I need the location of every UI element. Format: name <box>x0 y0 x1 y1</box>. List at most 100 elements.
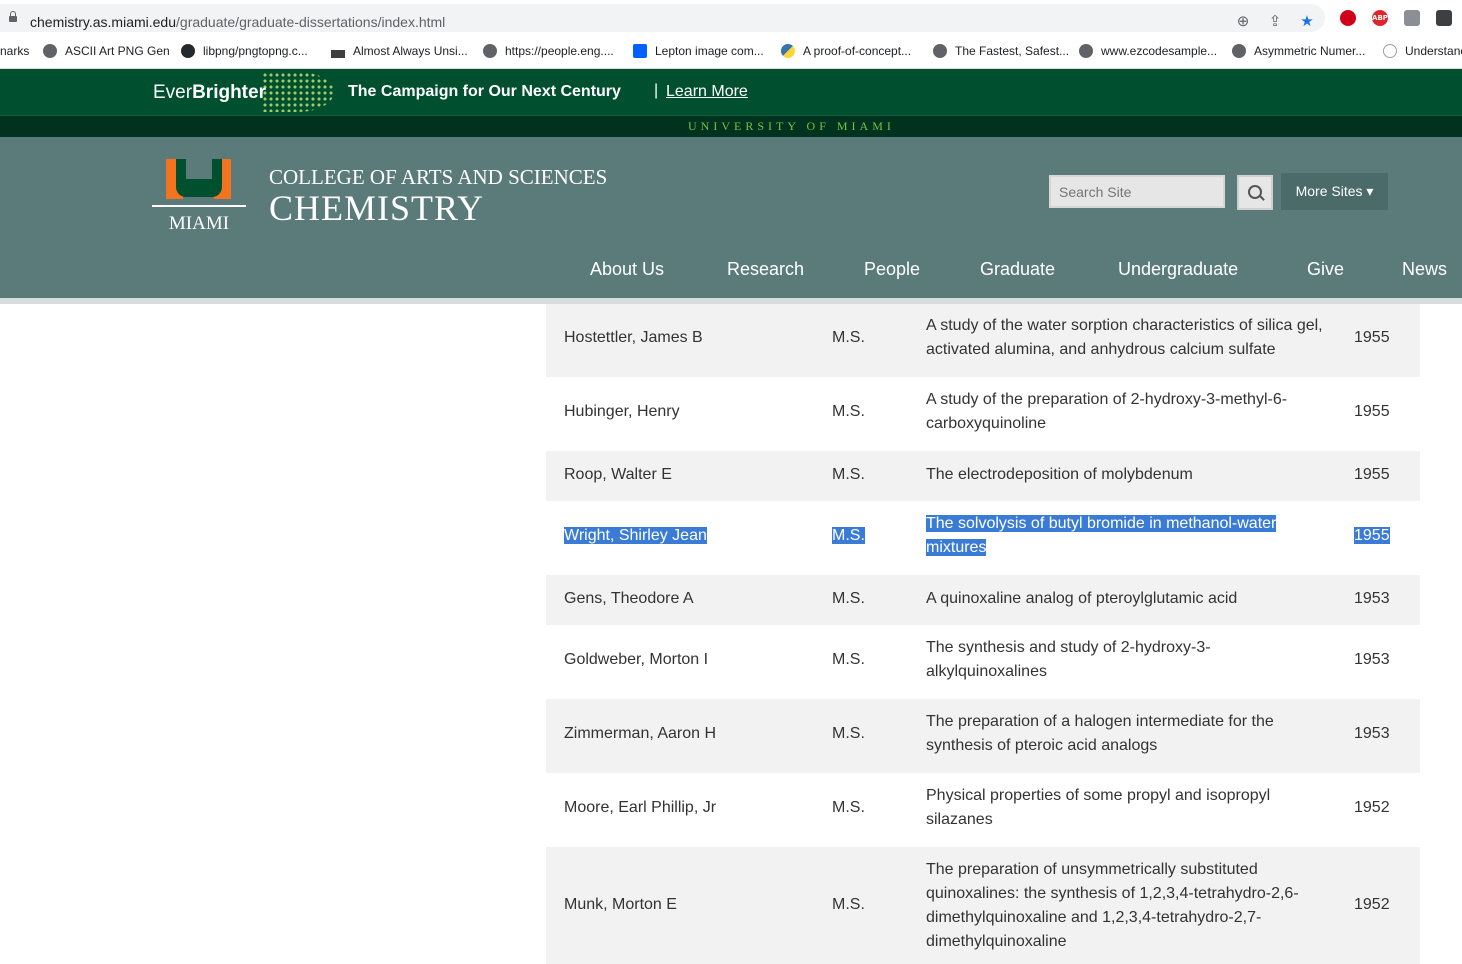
bookmark-item[interactable]: ASCII Art PNG Gen <box>43 42 170 60</box>
globe-icon <box>1232 44 1246 58</box>
author-cell: Roop, Walter E <box>564 466 672 483</box>
author-cell: Moore, Earl Phillip, Jr <box>564 799 717 816</box>
bookmark-label: ASCII Art PNG Gen <box>65 44 170 58</box>
campaign-banner: EverBrighter The Campaign for Our Next C… <box>0 69 1462 115</box>
bookmark-item[interactable]: A proof-of-concept... <box>781 42 911 60</box>
share-icon[interactable]: ⇪ <box>1266 13 1284 31</box>
author-cell: Gens, Theodore A <box>564 590 694 607</box>
dots-graphic <box>262 72 334 112</box>
search-input[interactable] <box>1049 175 1225 208</box>
campaign-separator: | <box>654 82 659 99</box>
miami-u-logo[interactable]: MIAMI <box>152 159 246 235</box>
bookmark-label: A proof-of-concept... <box>803 44 912 58</box>
abp-icon[interactable]: ABP <box>1372 10 1388 26</box>
university-strip: UNIVERSITY OF MIAMI <box>0 115 1462 137</box>
title-cell: A quinoxaline analog of pteroylglutamic … <box>926 590 1238 607</box>
year-cell: 1955 <box>1354 329 1390 346</box>
bookmark-label: Lepton image com... <box>655 44 764 58</box>
extension-icon[interactable] <box>1404 10 1420 26</box>
nav-graduate[interactable]: Graduate <box>980 259 1055 280</box>
omnibox[interactable]: chemistry.as.miami.edu/graduate/graduate… <box>0 4 1325 32</box>
degree-cell: M.S. <box>832 527 865 544</box>
title-cell: A study of the preparation of 2-hydroxy-… <box>926 391 1288 432</box>
bookmark-item[interactable]: narks <box>0 42 29 60</box>
u-logo-rule <box>152 205 246 207</box>
degree-cell: M.S. <box>832 725 865 742</box>
bookmark-item[interactable]: www.ezcodesample... <box>1079 42 1217 60</box>
bookmark-label: Almost Always Unsi... <box>353 44 468 58</box>
more-sites-button[interactable]: More Sites ▾ <box>1281 173 1388 210</box>
everbrighter-logo[interactable]: EverBrighter <box>153 82 266 104</box>
campaign-text: The Campaign for Our Next Century <box>348 83 621 100</box>
nav-undergraduate[interactable]: Undergraduate <box>1118 259 1238 280</box>
bookmark-label: https://people.eng.... <box>505 44 614 58</box>
bookmark-label: narks <box>0 44 30 58</box>
degree-cell: M.S. <box>832 403 865 420</box>
ublock-icon[interactable] <box>1340 10 1356 26</box>
author-cell: Wright, Shirley Jean <box>564 527 707 544</box>
bookmark-label: Understanc <box>1405 44 1462 58</box>
learn-more-link[interactable]: Learn More <box>666 83 748 101</box>
dissertations-table: Hostettler, James B M.S. A study of the … <box>546 304 1420 964</box>
lock-icon[interactable] <box>9 11 17 22</box>
bookmark-item[interactable]: Asymmetric Numer... <box>1232 42 1365 60</box>
degree-cell: M.S. <box>832 651 865 668</box>
zoom-icon[interactable]: ⊕ <box>1234 13 1252 31</box>
globe-icon <box>43 44 57 58</box>
url-path: /graduate/graduate-dissertations/index.h… <box>176 14 446 30</box>
u-logo-base <box>176 179 222 197</box>
search-button[interactable] <box>1237 175 1273 210</box>
year-cell: 1953 <box>1354 725 1390 742</box>
table-row: Goldweber, Morton I M.S. The synthesis a… <box>546 625 1420 699</box>
degree-cell: M.S. <box>832 896 865 913</box>
dropbox-icon <box>633 44 647 58</box>
star-icon[interactable]: ★ <box>1298 13 1316 31</box>
nav-people[interactable]: People <box>864 259 920 280</box>
bookmark-item[interactable]: https://people.eng.... <box>483 42 614 60</box>
nav-news[interactable]: News <box>1402 259 1447 280</box>
url-host: chemistry.as.miami.edu <box>30 14 177 30</box>
department-name[interactable]: CHEMISTRY <box>269 187 484 229</box>
search-icon-handle <box>1259 195 1265 201</box>
year-cell: 1953 <box>1354 651 1390 668</box>
author-cell: Hubinger, Henry <box>564 403 680 420</box>
logo-brighter: Brighter <box>192 82 266 103</box>
bookmark-item[interactable]: The Fastest, Safest... <box>933 42 1069 60</box>
table-row: Roop, Walter E M.S. The electrodepositio… <box>546 451 1420 501</box>
table-row: Gens, Theodore A M.S. A quinoxaline anal… <box>546 575 1420 625</box>
github-icon <box>181 44 195 58</box>
bookmarks-bar: narks ASCII Art PNG Gen libpng/pngtopng.… <box>0 36 1462 69</box>
degree-cell: M.S. <box>832 466 865 483</box>
logo-ever: Ever <box>153 82 193 103</box>
bookmark-item[interactable]: Understanc <box>1383 42 1462 60</box>
title-cell: Physical properties of some propyl and i… <box>926 787 1271 828</box>
nav-about-us[interactable]: About Us <box>590 259 664 280</box>
url-text[interactable]: chemistry.as.miami.edu/graduate/graduate… <box>30 14 445 30</box>
degree-cell: M.S. <box>832 590 865 607</box>
droplet-icon <box>1383 44 1397 58</box>
extension-icon-2[interactable] <box>1436 10 1452 26</box>
bookmark-label: Asymmetric Numer... <box>1254 44 1366 58</box>
year-cell: 1955 <box>1354 466 1390 483</box>
title-cell: The solvolysis of butyl bromide in metha… <box>926 515 1277 556</box>
table-row: Zimmerman, Aaron H M.S. The preparation … <box>546 699 1420 773</box>
table-row-selected: Wright, Shirley Jean M.S. The solvolysis… <box>546 501 1420 575</box>
university-name[interactable]: UNIVERSITY OF MIAMI <box>688 119 895 134</box>
year-cell: 1952 <box>1354 799 1390 816</box>
author-cell: Hostettler, James B <box>564 329 703 346</box>
globe-icon <box>483 44 497 58</box>
nav-research[interactable]: Research <box>727 259 804 280</box>
author-cell: Munk, Morton E <box>564 896 677 913</box>
table-row: Hubinger, Henry M.S. A study of the prep… <box>546 377 1420 451</box>
globe-icon <box>933 44 947 58</box>
title-cell: The electrodeposition of molybdenum <box>926 466 1193 483</box>
title-cell: The preparation of a halogen intermediat… <box>926 713 1274 754</box>
year-cell: 1953 <box>1354 590 1390 607</box>
nav-give[interactable]: Give <box>1307 259 1344 280</box>
bookmark-item[interactable]: Lepton image com... <box>633 42 764 60</box>
degree-cell: M.S. <box>832 799 865 816</box>
bookmark-item[interactable]: Almost Always Unsi... <box>331 42 468 60</box>
bookmark-item[interactable]: libpng/pngtopng.c... <box>181 42 308 60</box>
list-icon <box>331 50 345 58</box>
table-row: Hostettler, James B M.S. A study of the … <box>546 304 1420 377</box>
